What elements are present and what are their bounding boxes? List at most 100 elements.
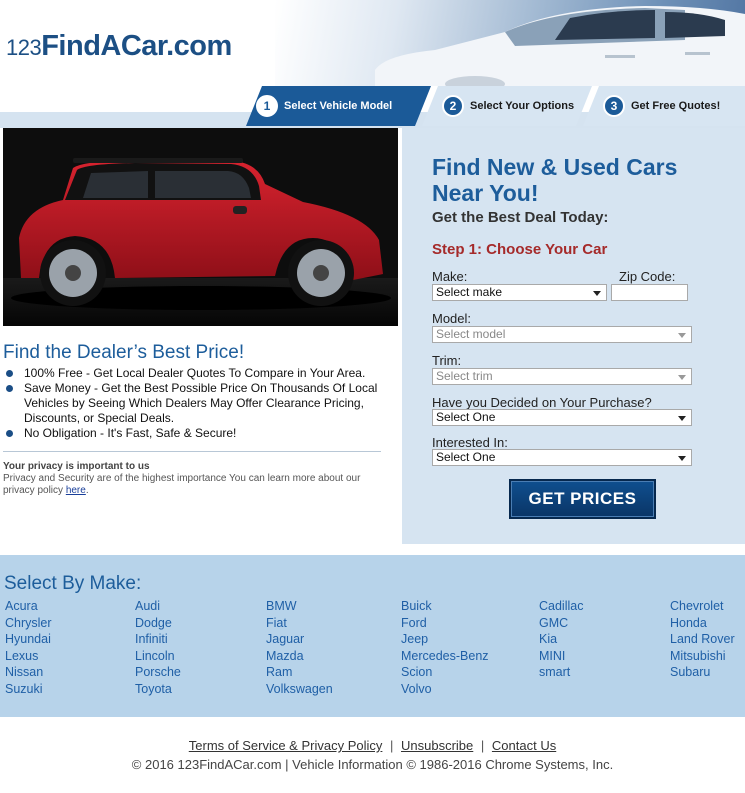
privacy-body-text: Privacy and Security are of the highest …	[3, 473, 361, 496]
make-column: BMW Fiat Jaguar Mazda Ram Volkswagen	[266, 598, 333, 697]
zip-code-input[interactable]	[611, 284, 688, 301]
trim-select-value: Select trim	[436, 369, 493, 383]
make-link[interactable]: Buick	[401, 598, 489, 615]
contact-us-link[interactable]: Contact Us	[492, 738, 556, 753]
make-link[interactable]: GMC	[539, 615, 583, 632]
make-link[interactable]: Jeep	[401, 631, 489, 648]
make-link[interactable]: Jaguar	[266, 631, 333, 648]
terms-privacy-link[interactable]: Terms of Service & Privacy Policy	[189, 738, 383, 753]
form-subtitle: Get the Best Deal Today:	[432, 209, 609, 226]
logo-text: FindACar.com	[41, 30, 232, 62]
divider	[3, 451, 381, 452]
unsubscribe-link[interactable]: Unsubscribe	[401, 738, 473, 753]
step-number-badge: 2	[442, 95, 464, 117]
makes-title: Select By Make:	[4, 573, 142, 594]
purchase-decided-value: Select One	[436, 410, 496, 424]
make-select[interactable]: Select make	[432, 284, 607, 301]
privacy-period: .	[85, 485, 89, 496]
form-title: Find New & Used Cars Near You!	[432, 154, 678, 206]
model-label: Model:	[432, 311, 472, 326]
make-link[interactable]: Fiat	[266, 615, 333, 632]
make-link[interactable]: Kia	[539, 631, 583, 648]
step-get-free-quotes[interactable]: 3 Get Free Quotes!	[583, 86, 745, 126]
benefits-list: 100% Free - Get Local Dealer Quotes To C…	[3, 366, 393, 441]
make-link[interactable]: Subaru	[670, 664, 735, 681]
step-number-badge: 3	[603, 95, 625, 117]
make-link[interactable]: Audi	[135, 598, 181, 615]
make-link[interactable]: Mercedes-Benz	[401, 648, 489, 665]
make-link[interactable]: Volkswagen	[266, 681, 333, 698]
chevron-down-icon	[593, 291, 601, 296]
step-label: Get Free Quotes!	[631, 100, 721, 112]
privacy-heading: Your privacy is important to us	[3, 461, 150, 472]
make-column: Chevrolet Honda Land Rover Mitsubishi Su…	[670, 598, 735, 681]
make-link[interactable]: Suzuki	[5, 681, 52, 698]
make-link[interactable]: Dodge	[135, 615, 181, 632]
make-link[interactable]: Mitsubishi	[670, 648, 735, 665]
make-column: Acura Chrysler Hyundai Lexus Nissan Suzu…	[5, 598, 52, 697]
make-link[interactable]: Chrysler	[5, 615, 52, 632]
make-column: Buick Ford Jeep Mercedes-Benz Scion Volv…	[401, 598, 489, 697]
make-link[interactable]: Infiniti	[135, 631, 181, 648]
benefit-item: Save Money - Get the Best Possible Price…	[3, 381, 393, 426]
make-link[interactable]: smart	[539, 664, 583, 681]
make-link[interactable]: Land Rover	[670, 631, 735, 648]
benefit-text: No Obligation - It's Fast, Safe & Secure…	[24, 426, 237, 440]
chevron-down-icon	[678, 333, 686, 338]
make-link[interactable]: Nissan	[5, 664, 52, 681]
step-label: Select Vehicle Model	[284, 100, 393, 112]
step-select-vehicle-model[interactable]: 1 Select Vehicle Model	[246, 86, 431, 126]
interested-in-value: Select One	[436, 450, 496, 464]
interested-in-select[interactable]: Select One	[432, 449, 692, 466]
make-link[interactable]: Acura	[5, 598, 52, 615]
quote-form-panel: Find New & Used Cars Near You! Get the B…	[402, 128, 745, 544]
chevron-down-icon	[678, 416, 686, 421]
interested-in-label: Interested In:	[432, 435, 508, 450]
model-select[interactable]: Select model	[432, 326, 692, 343]
footer-links: Terms of Service & Privacy Policy | Unsu…	[0, 738, 745, 753]
make-link[interactable]: Mazda	[266, 648, 333, 665]
footer-separator: |	[390, 738, 394, 753]
featured-car-photo	[3, 128, 398, 326]
form-step-title: Step 1: Choose Your Car	[432, 241, 608, 258]
logo-number: 123	[6, 35, 42, 60]
make-column: Cadillac GMC Kia MINI smart	[539, 598, 583, 681]
make-link[interactable]: Honda	[670, 615, 735, 632]
make-select-value: Select make	[436, 285, 503, 299]
model-select-value: Select model	[436, 327, 506, 341]
copyright-text: © 2016 123FindACar.com | Vehicle Informa…	[131, 757, 614, 772]
purchase-decided-label: Have you Decided on Your Purchase?	[432, 395, 652, 410]
make-link[interactable]: MINI	[539, 648, 583, 665]
make-link[interactable]: Ford	[401, 615, 489, 632]
make-link[interactable]: Cadillac	[539, 598, 583, 615]
steps-bar: 1 Select Vehicle Model 2 Select Your Opt…	[0, 86, 745, 128]
benefit-text: 100% Free - Get Local Dealer Quotes To C…	[24, 366, 366, 380]
make-link[interactable]: Lincoln	[135, 648, 181, 665]
make-link[interactable]: Volvo	[401, 681, 489, 698]
select-by-make-section: Select By Make: Acura Chrysler Hyundai L…	[0, 555, 745, 717]
chevron-down-icon	[678, 456, 686, 461]
bullet-icon	[6, 430, 13, 437]
chevron-down-icon	[678, 375, 686, 380]
bullet-icon	[6, 370, 13, 377]
make-link[interactable]: Chevrolet	[670, 598, 735, 615]
make-link[interactable]: Lexus	[5, 648, 52, 665]
step-number-badge: 1	[256, 95, 278, 117]
benefit-item: 100% Free - Get Local Dealer Quotes To C…	[3, 366, 393, 381]
make-link[interactable]: Toyota	[135, 681, 181, 698]
make-link[interactable]: BMW	[266, 598, 333, 615]
purchase-decided-select[interactable]: Select One	[432, 409, 692, 426]
make-column: Audi Dodge Infiniti Lincoln Porsche Toyo…	[135, 598, 181, 697]
trim-select[interactable]: Select trim	[432, 368, 692, 385]
privacy-policy-link[interactable]: here	[66, 485, 86, 496]
make-link[interactable]: Porsche	[135, 664, 181, 681]
make-link[interactable]: Ram	[266, 664, 333, 681]
bullet-icon	[6, 385, 13, 392]
get-prices-button[interactable]: GET PRICES	[509, 479, 656, 519]
make-link[interactable]: Scion	[401, 664, 489, 681]
site-logo[interactable]: 123FindACar.com	[6, 30, 232, 63]
benefit-item: No Obligation - It's Fast, Safe & Secure…	[3, 426, 393, 441]
step-select-options[interactable]: 2 Select Your Options	[422, 86, 592, 126]
red-mini-cooper-image	[3, 128, 398, 326]
make-link[interactable]: Hyundai	[5, 631, 52, 648]
